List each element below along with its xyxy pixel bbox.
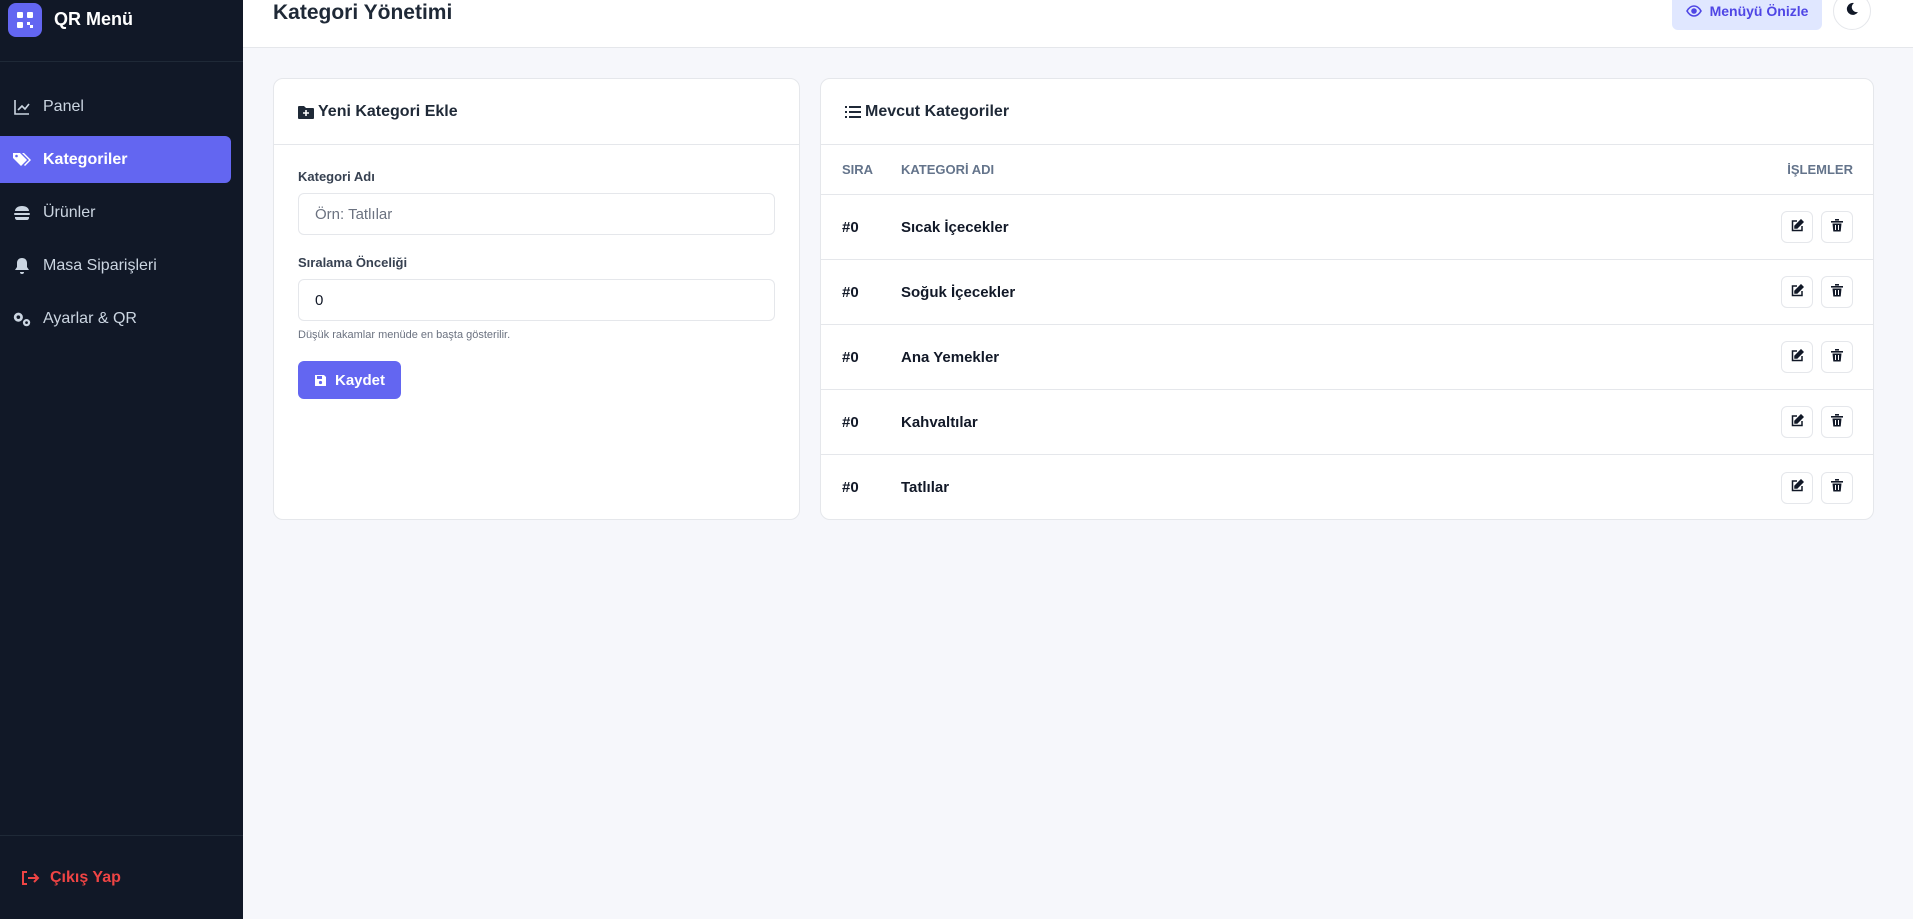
edit-button[interactable] [1781,406,1813,438]
category-name-field: Kategori Adı [298,169,775,235]
moon-icon [1845,2,1859,21]
trash-icon [1831,283,1843,301]
bell-icon [12,256,32,276]
sidebar-item-label: Ürünler [43,203,96,221]
sidebar-item-label: Masa Siparişleri [43,256,157,274]
add-category-form: Kategori Adı Sıralama Önceliği Düşük rak… [274,145,799,423]
categories-card: Mevcut Kategoriler SIRA KATEGORİ ADI İŞL… [820,78,1874,520]
sidebar-footer: Çıkış Yap [0,835,243,919]
row-actions [1753,471,1873,504]
edit-button[interactable] [1781,211,1813,243]
row-actions [1753,406,1873,438]
edit-icon [1791,413,1804,431]
edit-icon [1791,348,1804,366]
sidebar-item-label: Panel [43,97,84,115]
edit-icon [1791,478,1804,496]
row-order: #0 [842,413,859,431]
table-header: SIRA KATEGORİ ADI İŞLEMLER [821,145,1873,195]
row-name: Sıcak İçecekler [901,218,1009,236]
order-priority-input[interactable] [298,279,775,321]
delete-button[interactable] [1821,406,1853,438]
row-order: #0 [842,218,859,236]
edit-icon [1791,283,1804,301]
page-title: Kategori Yönetimi [273,1,453,24]
logout-label: Çıkış Yap [50,868,121,886]
gears-icon [12,309,32,329]
trash-icon [1831,479,1843,496]
categories-table: SIRA KATEGORİ ADI İŞLEMLER #0 Sıcak İçec… [821,145,1873,520]
sign-out-icon [20,870,40,886]
brand[interactable]: QR Menü [0,0,243,62]
row-name: Kahvaltılar [901,413,978,431]
sidebar-item-urunler[interactable]: Ürünler [0,189,231,236]
table-row: #0 Sıcak İçecekler [821,195,1873,260]
sidebar-nav: Panel Kategoriler Ürünler Masa Siparişle… [0,62,243,342]
order-priority-label: Sıralama Önceliği [298,255,408,270]
table-row: #0 Soğuk İçecekler [821,260,1873,325]
logout-button[interactable]: Çıkış Yap [20,869,121,887]
trash-icon [1831,348,1843,366]
trash-icon [1831,413,1843,431]
category-name-label: Kategori Adı [298,169,375,184]
table-row: #0 Tatlılar [821,455,1873,520]
brand-title: QR Menü [54,9,133,29]
theme-toggle-button[interactable] [1833,0,1871,30]
delete-button[interactable] [1821,211,1853,243]
folder-plus-icon [298,105,314,119]
row-order: #0 [842,283,859,301]
table-row: #0 Ana Yemekler [821,325,1873,390]
sidebar-item-kategoriler[interactable]: Kategoriler [0,136,231,183]
delete-button[interactable] [1821,276,1853,308]
save-label: Kaydet [334,371,386,389]
row-order: #0 [842,479,859,496]
edit-icon [1791,218,1804,236]
sidebar-item-ayarlar-qr[interactable]: Ayarlar & QR [0,295,231,342]
delete-button[interactable] [1821,471,1853,504]
sidebar-item-label: Ayarlar & QR [43,309,137,327]
table-row: #0 Kahvaltılar [821,390,1873,455]
sidebar-item-masa-siparisleri[interactable]: Masa Siparişleri [0,242,231,289]
edit-button[interactable] [1781,341,1813,373]
column-name: KATEGORİ ADI [901,162,995,177]
order-priority-help: Düşük rakamlar menüde en başta gösterili… [298,329,511,341]
floppy-disk-icon [314,374,327,387]
tags-icon [12,150,32,170]
row-name: Tatlılar [901,479,950,496]
categories-title: Mevcut Kategoriler [865,102,1010,120]
delete-button[interactable] [1821,341,1853,373]
sidebar: QR Menü Panel Kategoriler Ürünler Masa S… [0,0,243,919]
column-actions: İŞLEMLER [1787,162,1853,177]
list-icon [845,105,861,119]
chart-line-icon [12,97,32,117]
preview-menu-label: Menüyü Önizle [1709,3,1809,19]
edit-button[interactable] [1781,471,1813,504]
save-button[interactable]: Kaydet [298,361,401,399]
row-actions [1753,276,1873,308]
row-actions [1753,341,1873,373]
burger-icon [12,203,32,223]
sidebar-item-label: Kategoriler [43,150,128,168]
row-name: Ana Yemekler [901,348,1000,366]
top-header: Kategori Yönetimi Menüyü Önizle [243,0,1913,48]
edit-button[interactable] [1781,276,1813,308]
trash-icon [1831,218,1843,236]
categories-header: Mevcut Kategoriler [821,79,1873,145]
column-order: SIRA [842,162,874,177]
order-priority-field: Sıralama Önceliği Düşük rakamlar menüde … [298,255,775,341]
add-category-header: Yeni Kategori Ekle [274,79,799,145]
sidebar-item-panel[interactable]: Panel [0,83,231,130]
category-name-input[interactable] [298,193,775,235]
eye-icon [1685,5,1702,17]
row-order: #0 [842,348,859,366]
row-name: Soğuk İçecekler [901,283,1016,301]
add-category-card: Yeni Kategori Ekle Kategori Adı Sıralama… [273,78,800,520]
qrcode-icon [8,2,42,37]
row-actions [1753,211,1873,243]
add-category-title: Yeni Kategori Ekle [318,102,458,120]
preview-menu-button[interactable]: Menüyü Önizle [1672,0,1822,30]
